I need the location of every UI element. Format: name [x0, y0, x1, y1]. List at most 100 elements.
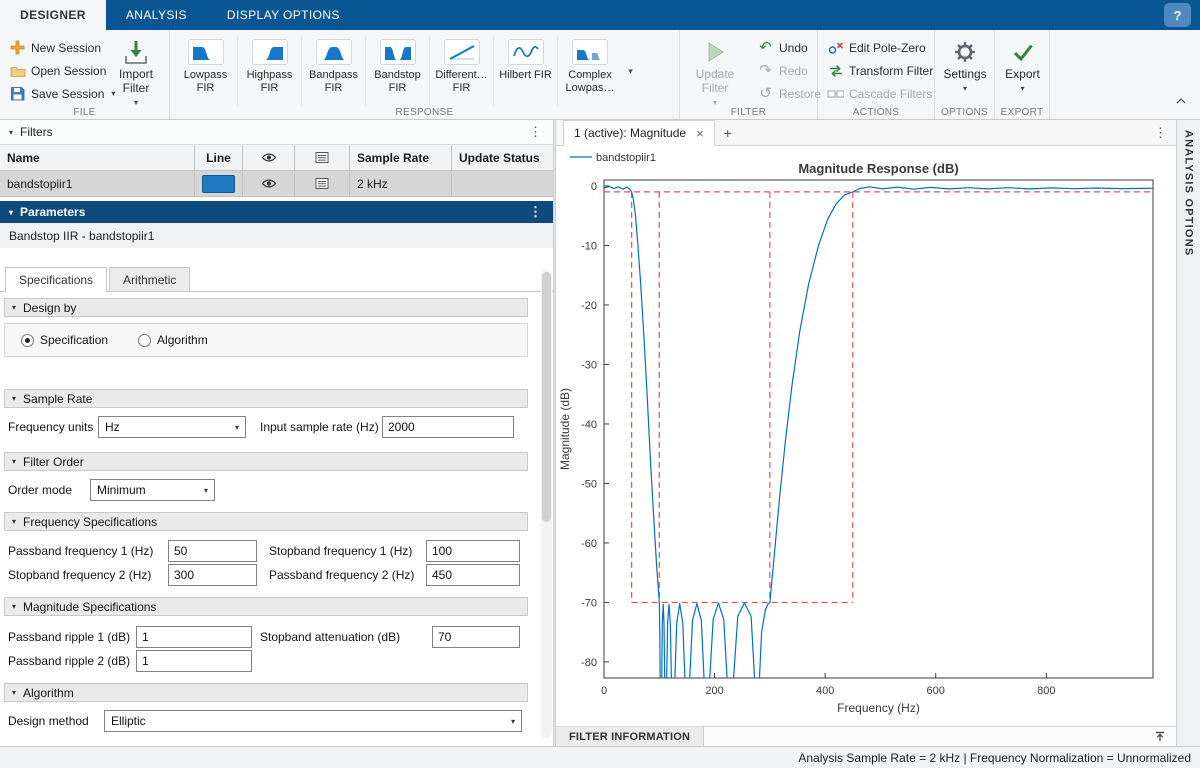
parameters-panel-header[interactable]: ▾ Parameters ⋮ [0, 201, 553, 223]
analysis-options-strip[interactable]: ANALYSIS OPTIONS [1176, 120, 1200, 746]
magnitude-specifications-section-header[interactable]: ▾ Magnitude Specifications [4, 597, 528, 616]
update-filter-button[interactable]: Update Filter ▾ [686, 36, 744, 110]
svg-text:-10: -10 [581, 240, 597, 252]
restore-button[interactable]: ↺ Restore [754, 83, 824, 104]
import-filter-icon [122, 36, 150, 67]
stopband-frequency-1-label: Stopband frequency 1 (Hz) [269, 544, 426, 558]
eye-icon[interactable] [261, 177, 277, 190]
passband-ripple-1-field[interactable] [136, 626, 252, 648]
settings-button[interactable]: Settings ▾ [937, 36, 993, 96]
differentiator-fir-icon [444, 39, 480, 65]
chevron-down-icon: ▾ [963, 82, 967, 96]
input-sample-rate-field[interactable] [382, 416, 514, 438]
gallery-item-label: Different… [435, 69, 487, 82]
scrollbar-thumb[interactable] [542, 272, 551, 522]
response-bandstop-fir-button[interactable]: Bandstop FIR [366, 36, 430, 106]
frequency-units-select[interactable]: Hz ▾ [98, 416, 246, 438]
import-filter-button[interactable]: Import Filter ▾ [106, 36, 166, 110]
section-title: Frequency Specifications [23, 515, 157, 529]
svg-text:Frequency (Hz): Frequency (Hz) [837, 701, 920, 715]
close-icon[interactable]: × [696, 126, 704, 141]
filters-table-header: Name Line Sample Rate Update Status [0, 145, 553, 171]
response-gallery-expand-button[interactable]: ▾ [622, 36, 639, 106]
passband-ripple-1-label: Passband ripple 1 (dB) [8, 630, 136, 644]
radio-specification[interactable]: Specification [21, 333, 108, 347]
settings-label: Settings [943, 67, 986, 81]
section-title: Filter Order [23, 455, 84, 469]
transform-filter-icon [827, 64, 844, 78]
passband-frequency-1-field[interactable] [168, 540, 257, 562]
export-button[interactable]: Export ▾ [996, 36, 1049, 96]
update-status-cell [452, 171, 553, 197]
design-method-select[interactable]: Elliptic ▾ [104, 710, 522, 732]
ribbon-collapse-button[interactable] [1176, 91, 1186, 109]
ribbon-section-response: Lowpass FIR Highpass FIR Bandpass FIR Ba… [170, 30, 680, 119]
response-differentiator-fir-button[interactable]: Different… FIR [430, 36, 494, 106]
help-button[interactable]: ? [1164, 3, 1191, 27]
open-session-button[interactable]: Open Session [6, 60, 118, 81]
passband-ripple-2-field[interactable] [136, 650, 252, 672]
ribbon-section-filter: Update Filter ▾ ↶ Undo ↷ Redo ↺ Restore … [680, 30, 818, 119]
response-complex-lowpass-button[interactable]: Complex Lowpas… [558, 36, 622, 106]
eye-icon [261, 151, 277, 164]
svg-text:Magnitude (dB): Magnitude (dB) [558, 388, 572, 470]
passband-frequency-2-field[interactable] [426, 564, 520, 586]
filter-table-row[interactable]: bandstopiir1 2 kHz [0, 171, 553, 197]
svg-text:-30: -30 [581, 359, 597, 371]
tab-arithmetic[interactable]: Arithmetic [109, 267, 190, 291]
response-highpass-fir-button[interactable]: Highpass FIR [238, 36, 302, 106]
filter-order-section-header[interactable]: ▾ Filter Order [4, 452, 528, 471]
gallery-item-label: FIR [197, 82, 215, 95]
line-color-swatch[interactable] [202, 175, 235, 193]
save-session-button[interactable]: Save Session ▾ [6, 83, 118, 104]
add-analysis-tab-button[interactable]: + [715, 121, 741, 145]
column-line: Line [195, 145, 243, 171]
frequency-specifications-section-header[interactable]: ▾ Frequency Specifications [4, 512, 528, 531]
column-name: Name [0, 145, 195, 171]
chevron-down-icon: ▾ [198, 486, 208, 495]
parameters-scrollbar[interactable] [541, 270, 552, 738]
parameters-kebab-icon[interactable]: ⋮ [527, 204, 544, 220]
filters-panel-header[interactable]: ▾ Filters ⋮ [0, 120, 553, 145]
response-gallery: Lowpass FIR Highpass FIR Bandpass FIR Ba… [174, 36, 639, 106]
visibility-cell [243, 171, 295, 197]
transform-filter-label: Transform Filter [849, 64, 933, 78]
tab-magnitude[interactable]: 1 (active): Magnitude × [563, 120, 715, 146]
section-title: Design by [23, 301, 76, 315]
plot-kebab-icon[interactable]: ⋮ [1154, 125, 1176, 145]
filters-kebab-icon[interactable]: ⋮ [527, 124, 544, 140]
list-icon[interactable] [315, 177, 329, 190]
response-lowpass-fir-button[interactable]: Lowpass FIR [174, 36, 238, 106]
passband-frequency-1-label: Passband frequency 1 (Hz) [8, 544, 168, 558]
tab-specifications[interactable]: Specifications [5, 267, 107, 292]
algorithm-section-header[interactable]: ▾ Algorithm [4, 683, 528, 702]
design-by-section-header[interactable]: ▾ Design by [4, 298, 528, 317]
radio-algorithm[interactable]: Algorithm [138, 333, 208, 347]
tab-designer[interactable]: DESIGNER [0, 0, 106, 30]
stopband-frequency-2-field[interactable] [168, 564, 257, 586]
undo-button[interactable]: ↶ Undo [754, 37, 824, 58]
new-session-button[interactable]: New Session [6, 37, 118, 58]
filter-information-expand-button[interactable] [1154, 727, 1176, 746]
filters-panel-title: Filters [20, 125, 53, 139]
collapse-triangle-icon: ▾ [12, 303, 16, 312]
response-bandpass-fir-button[interactable]: Bandpass FIR [302, 36, 366, 106]
edit-pole-zero-button[interactable]: Edit Pole-Zero [824, 37, 936, 58]
tab-analysis[interactable]: ANALYSIS [106, 0, 207, 30]
redo-button[interactable]: ↷ Redo [754, 60, 824, 81]
response-hilbert-fir-button[interactable]: Hilbert FIR [494, 36, 558, 106]
stopband-frequency-2-label: Stopband frequency 2 (Hz) [8, 568, 168, 582]
status-bar: Analysis Sample Rate = 2 kHz | Frequency… [0, 746, 1200, 768]
tab-display-options[interactable]: DISPLAY OPTIONS [207, 0, 360, 30]
ribbon-section-file: New Session Open Session Save Session ▾ … [0, 30, 170, 119]
filter-information-button[interactable]: FILTER INFORMATION [556, 727, 704, 746]
line-color-cell [195, 171, 243, 197]
transform-filter-button[interactable]: Transform Filter [824, 60, 936, 81]
stopband-frequency-1-field[interactable] [426, 540, 520, 562]
radio-button-icon [21, 334, 34, 347]
sample-rate-section-header[interactable]: ▾ Sample Rate [4, 389, 528, 408]
stopband-attenuation-field[interactable] [432, 626, 520, 648]
order-mode-select[interactable]: Minimum ▾ [90, 479, 215, 501]
cascade-filters-button[interactable]: Cascade Filters [824, 83, 936, 104]
bandstop-fir-icon [380, 39, 416, 65]
